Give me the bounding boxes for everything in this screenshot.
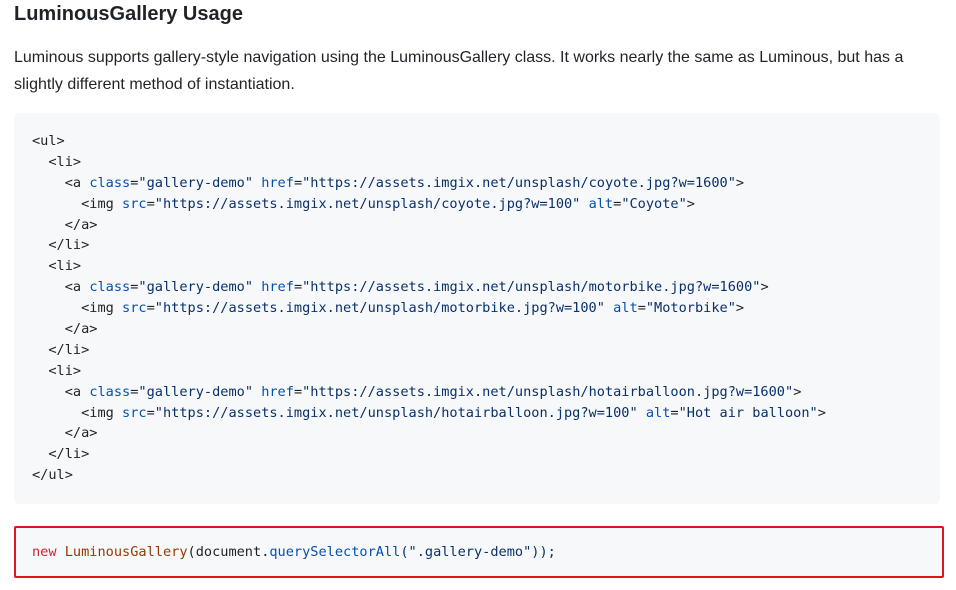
code-line: <li> bbox=[48, 153, 82, 170]
code-line: </ul> bbox=[32, 467, 73, 484]
section-description: Luminous supports gallery-style navigati… bbox=[14, 49, 904, 93]
code-line: <a class="gallery-demo" href="https://as… bbox=[64, 279, 769, 296]
code-line: <img src="https://assets.imgix.net/unspl… bbox=[81, 300, 745, 317]
code-line: <ul> bbox=[32, 133, 65, 149]
code-line: <li> bbox=[48, 258, 82, 275]
code-line: <a class="gallery-demo" href="https://as… bbox=[64, 383, 802, 400]
js-code-block-highlighted: new LuminousGallery(document.querySelect… bbox=[14, 526, 944, 578]
section-heading: LuminousGallery Usage bbox=[14, 3, 243, 25]
code-line: </a> bbox=[64, 425, 98, 442]
code-line: </a> bbox=[64, 216, 98, 233]
code-line: </a> bbox=[64, 321, 98, 338]
code-line: <img src="https://assets.imgix.net/unspl… bbox=[81, 195, 695, 212]
js-code-line: new LuminousGallery(document.querySelect… bbox=[32, 544, 556, 560]
code-line: </li> bbox=[48, 341, 90, 358]
code-line: </li> bbox=[48, 237, 90, 254]
code-line: <a class="gallery-demo" href="https://as… bbox=[64, 174, 745, 191]
html-code-block: <ul> <li> <a class="gallery-demo" href="… bbox=[14, 113, 940, 504]
code-line: <img src="https://assets.imgix.net/unspl… bbox=[81, 404, 826, 421]
code-line: <li> bbox=[48, 362, 82, 379]
code-line: </li> bbox=[48, 446, 90, 463]
